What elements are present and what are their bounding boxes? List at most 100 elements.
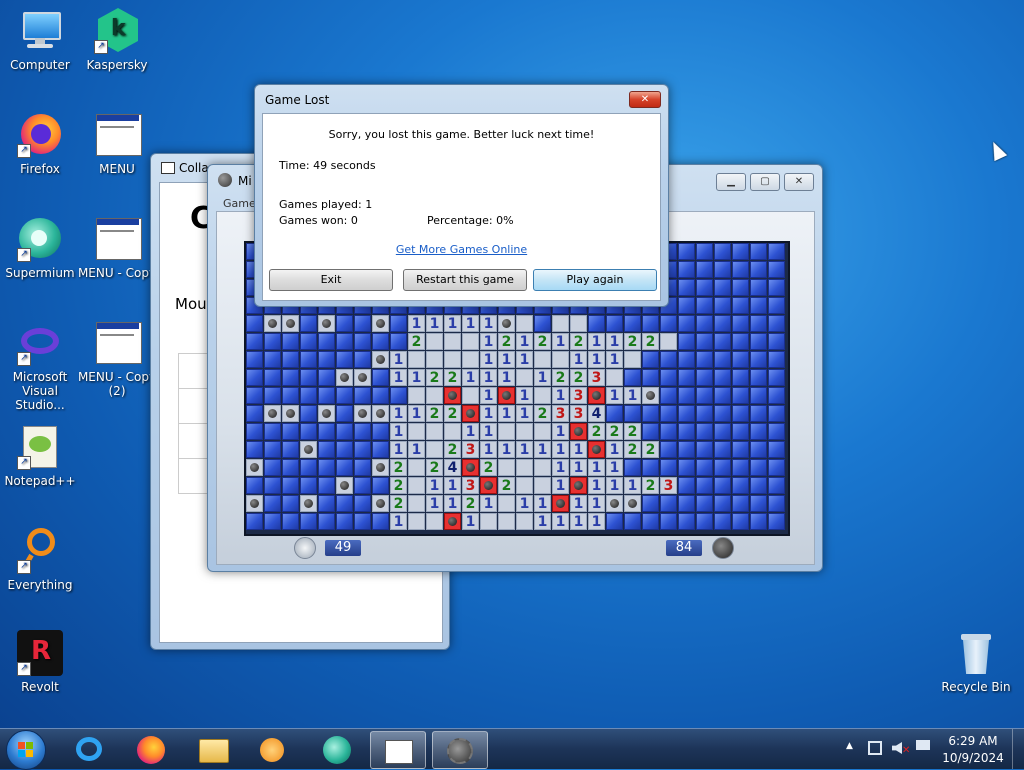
unopened-cell[interactable] bbox=[768, 387, 785, 404]
mine-cell[interactable] bbox=[282, 315, 299, 332]
revealed-cell[interactable]: 1 bbox=[588, 459, 605, 476]
unopened-cell[interactable] bbox=[354, 351, 371, 368]
revealed-cell[interactable]: 1 bbox=[390, 351, 407, 368]
unopened-cell[interactable] bbox=[354, 459, 371, 476]
unopened-cell[interactable] bbox=[660, 315, 677, 332]
revealed-cell[interactable]: 2 bbox=[534, 333, 551, 350]
revealed-cell[interactable] bbox=[480, 513, 497, 530]
desktop-icon-computer[interactable]: Computer bbox=[0, 8, 80, 72]
exploded-mine-cell[interactable] bbox=[462, 405, 479, 422]
revealed-cell[interactable] bbox=[534, 351, 551, 368]
revealed-cell[interactable]: 1 bbox=[462, 369, 479, 386]
unopened-cell[interactable] bbox=[246, 351, 263, 368]
unopened-cell[interactable] bbox=[606, 513, 623, 530]
get-more-games-link[interactable]: Get More Games Online bbox=[263, 243, 660, 256]
revealed-cell[interactable] bbox=[534, 459, 551, 476]
revealed-cell[interactable]: 1 bbox=[498, 369, 515, 386]
unopened-cell[interactable] bbox=[246, 405, 263, 422]
revealed-cell[interactable]: 1 bbox=[606, 459, 623, 476]
unopened-cell[interactable] bbox=[696, 297, 713, 314]
revealed-cell[interactable]: 1 bbox=[606, 333, 623, 350]
unopened-cell[interactable] bbox=[624, 459, 641, 476]
unopened-cell[interactable] bbox=[714, 261, 731, 278]
revealed-cell[interactable] bbox=[426, 423, 443, 440]
unopened-cell[interactable] bbox=[714, 315, 731, 332]
unopened-cell[interactable] bbox=[318, 459, 335, 476]
unopened-cell[interactable] bbox=[300, 369, 317, 386]
unopened-cell[interactable] bbox=[696, 513, 713, 530]
unopened-cell[interactable] bbox=[390, 387, 407, 404]
unopened-cell[interactable] bbox=[318, 513, 335, 530]
unopened-cell[interactable] bbox=[696, 315, 713, 332]
unopened-cell[interactable] bbox=[372, 387, 389, 404]
revealed-cell[interactable]: 3 bbox=[552, 405, 569, 422]
revealed-cell[interactable]: 1 bbox=[408, 369, 425, 386]
exploded-mine-cell[interactable] bbox=[480, 477, 497, 494]
unopened-cell[interactable] bbox=[624, 369, 641, 386]
mine-cell[interactable] bbox=[300, 441, 317, 458]
unopened-cell[interactable] bbox=[318, 495, 335, 512]
unopened-cell[interactable] bbox=[354, 441, 371, 458]
unopened-cell[interactable] bbox=[750, 243, 767, 260]
unopened-cell[interactable] bbox=[768, 315, 785, 332]
revealed-cell[interactable]: 3 bbox=[462, 477, 479, 494]
unopened-cell[interactable] bbox=[696, 351, 713, 368]
unopened-cell[interactable] bbox=[732, 441, 749, 458]
exploded-mine-cell[interactable] bbox=[444, 387, 461, 404]
revealed-cell[interactable]: 1 bbox=[606, 477, 623, 494]
unopened-cell[interactable] bbox=[696, 423, 713, 440]
unopened-cell[interactable] bbox=[714, 279, 731, 296]
unopened-cell[interactable] bbox=[300, 513, 317, 530]
desktop-icon-notepadpp[interactable]: ↗ Notepad++ bbox=[0, 424, 80, 488]
unopened-cell[interactable] bbox=[768, 441, 785, 458]
desktop-icon-revolt[interactable]: R ↗ Revolt bbox=[0, 630, 80, 694]
unopened-cell[interactable] bbox=[642, 423, 659, 440]
unopened-cell[interactable] bbox=[768, 459, 785, 476]
unopened-cell[interactable] bbox=[264, 423, 281, 440]
unopened-cell[interactable] bbox=[624, 315, 641, 332]
revealed-cell[interactable]: 1 bbox=[426, 495, 443, 512]
unopened-cell[interactable] bbox=[246, 423, 263, 440]
revealed-cell[interactable]: 1 bbox=[480, 369, 497, 386]
revealed-cell[interactable]: 1 bbox=[390, 369, 407, 386]
revealed-cell[interactable]: 3 bbox=[660, 477, 677, 494]
unopened-cell[interactable] bbox=[714, 459, 731, 476]
revealed-cell[interactable]: 1 bbox=[570, 513, 587, 530]
taskbar-window-app[interactable] bbox=[370, 731, 426, 769]
revealed-cell[interactable]: 1 bbox=[534, 513, 551, 530]
revealed-cell[interactable]: 1 bbox=[606, 441, 623, 458]
revealed-cell[interactable]: 1 bbox=[624, 477, 641, 494]
unopened-cell[interactable] bbox=[696, 459, 713, 476]
show-hidden-icons-button[interactable]: ▲ bbox=[846, 741, 853, 751]
unopened-cell[interactable] bbox=[264, 441, 281, 458]
unopened-cell[interactable] bbox=[750, 297, 767, 314]
unopened-cell[interactable] bbox=[264, 333, 281, 350]
unopened-cell[interactable] bbox=[696, 441, 713, 458]
revealed-cell[interactable]: 2 bbox=[426, 369, 443, 386]
unopened-cell[interactable] bbox=[318, 333, 335, 350]
action-center-flag-icon[interactable] bbox=[916, 740, 930, 750]
revealed-cell[interactable]: 2 bbox=[624, 441, 641, 458]
unopened-cell[interactable] bbox=[588, 315, 605, 332]
mine-cell[interactable] bbox=[336, 477, 353, 494]
mine-cell[interactable] bbox=[498, 315, 515, 332]
unopened-cell[interactable] bbox=[354, 513, 371, 530]
play-again-button[interactable]: Play again bbox=[533, 269, 657, 291]
revealed-cell[interactable]: 1 bbox=[462, 423, 479, 440]
unopened-cell[interactable] bbox=[318, 387, 335, 404]
exit-button[interactable]: Exit bbox=[269, 269, 393, 291]
revealed-cell[interactable]: 1 bbox=[624, 387, 641, 404]
revealed-cell[interactable] bbox=[462, 333, 479, 350]
unopened-cell[interactable] bbox=[642, 495, 659, 512]
exploded-mine-cell[interactable] bbox=[444, 513, 461, 530]
revealed-cell[interactable]: 1 bbox=[480, 423, 497, 440]
unopened-cell[interactable] bbox=[750, 351, 767, 368]
exploded-mine-cell[interactable] bbox=[462, 459, 479, 476]
desktop-icon-kaspersky[interactable]: k ↗ Kaspersky bbox=[77, 8, 157, 72]
unopened-cell[interactable] bbox=[372, 333, 389, 350]
taskbar-explorer[interactable] bbox=[186, 731, 240, 767]
unopened-cell[interactable] bbox=[678, 513, 695, 530]
dialog-close-button[interactable]: ✕ bbox=[629, 91, 661, 108]
revealed-cell[interactable]: 1 bbox=[390, 423, 407, 440]
unopened-cell[interactable] bbox=[642, 459, 659, 476]
